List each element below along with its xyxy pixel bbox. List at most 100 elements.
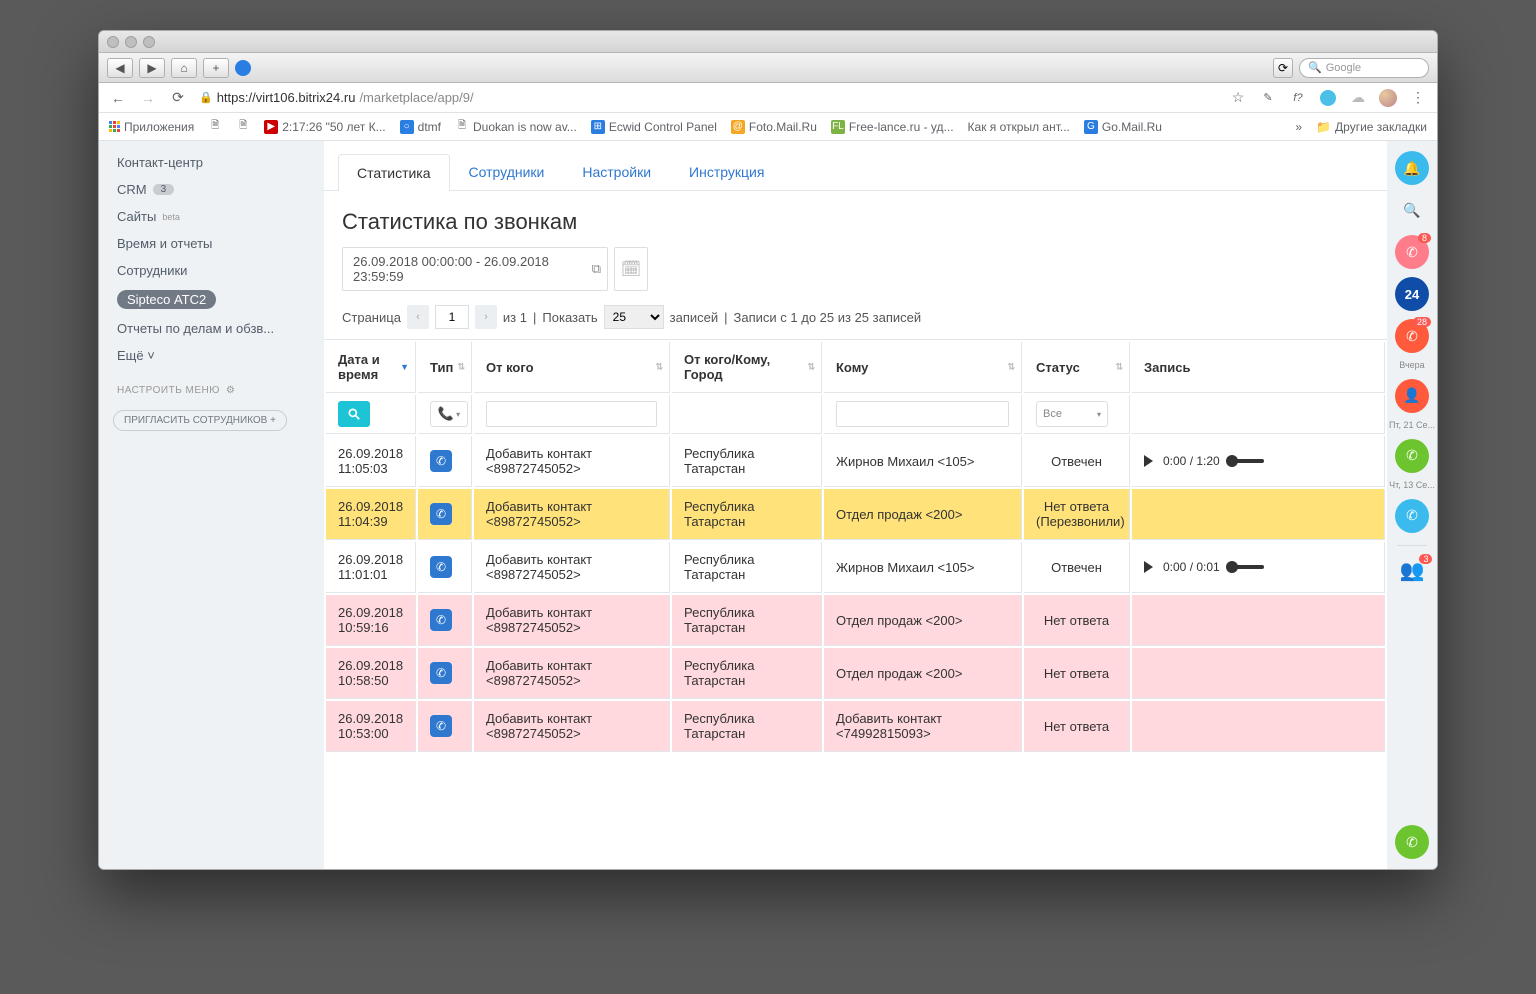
page-prev[interactable]: ‹ [407,305,429,329]
tab-settings[interactable]: Настройки [563,153,670,190]
table-row[interactable]: 26.09.2018 10:59:16 ✆ Добавить контакт <… [326,595,1385,646]
sidebar-sipteco[interactable]: Sipteco АТС2 [99,284,324,315]
cell-to[interactable]: Отдел продаж <200> [824,595,1022,646]
bm-more[interactable]: » [1295,120,1302,134]
globe-icon [235,60,251,76]
sidebar-sites[interactable]: Сайты beta [99,203,324,230]
sidebar-reports[interactable]: Отчеты по делам и обзв... [99,315,324,342]
cell-to[interactable]: Жирнов Михаил <105> [824,436,1022,487]
phone-in-icon: ✆ [430,450,452,472]
sidebar-crm[interactable]: CRM 3 [99,176,324,203]
table-row[interactable]: 26.09.2018 11:04:39 ✆ Добавить контакт <… [326,489,1385,540]
page-input[interactable] [435,305,469,329]
filter-search-button[interactable] [338,401,370,427]
address-bar[interactable]: 🔒 https://virt106.bitrix24.ru/marketplac… [199,90,1217,105]
ext2-icon[interactable]: f? [1289,89,1307,107]
audio-player[interactable]: 0:00 / 1:20 [1144,454,1372,468]
filter-status-select[interactable]: Все▾ [1036,401,1108,427]
play-icon[interactable] [1144,455,1153,467]
ext1-icon[interactable]: ✎ [1259,89,1277,107]
filter-from-input[interactable] [486,401,657,427]
safari-search[interactable]: 🔍 Google [1299,58,1429,78]
bm-blank1[interactable]: 🗎 [208,120,222,134]
page-next[interactable]: › [475,305,497,329]
copy-icon[interactable]: ⧉ [592,261,601,277]
table-row[interactable]: 26.09.2018 10:58:50 ✆ Добавить контакт <… [326,648,1385,699]
add-tab-icon[interactable]: + [203,58,229,78]
bm-ecwid[interactable]: ⊞Ecwid Control Panel [591,120,717,134]
tab-employees[interactable]: Сотрудники [450,153,564,190]
ext4-icon[interactable]: ☁ [1349,89,1367,107]
forward-icon[interactable]: → [139,89,157,107]
audio-player[interactable]: 0:00 / 0:01 [1144,560,1372,574]
cell-from[interactable]: Добавить контакт <89872745052> [474,701,670,752]
table-row[interactable]: 26.09.2018 11:05:03 ✆ Добавить контакт <… [326,436,1385,487]
rail-phone-green-icon[interactable]: ✆ [1395,439,1429,473]
nav-fwd-icon[interactable]: ▶ [139,58,165,78]
home-icon[interactable]: ⌂ [171,58,197,78]
nav-back-icon[interactable]: ◀ [107,58,133,78]
rail-user-icon[interactable]: 👤 [1395,379,1429,413]
cell-to[interactable]: Отдел продаж <200> [824,489,1022,540]
cell-from[interactable]: Добавить контакт <89872745052> [474,542,670,593]
apps-icon[interactable]: Приложения [109,120,194,134]
back-icon[interactable]: ← [109,89,127,107]
traffic-min[interactable] [125,36,137,48]
profile-avatar[interactable] [1379,89,1397,107]
col-city[interactable]: От кого/Кому, Город⇅ [672,342,822,393]
play-icon[interactable] [1144,561,1153,573]
sidebar-configure[interactable]: НАСТРОИТЬ МЕНЮ ⚙ [99,369,324,402]
star-icon[interactable]: ☆ [1229,89,1247,107]
bm-fl[interactable]: FLFree-lance.ru - уд... [831,120,954,134]
col-to[interactable]: Кому⇅ [824,342,1022,393]
calendar-icon[interactable]: 🗓 [614,247,648,291]
tab-instruction[interactable]: Инструкция [670,153,783,190]
cell-from[interactable]: Добавить контакт <89872745052> [474,595,670,646]
sidebar-employees[interactable]: Сотрудники [99,257,324,284]
col-from[interactable]: От кого⇅ [474,342,670,393]
traffic-close[interactable] [107,36,119,48]
bm-foto[interactable]: @Foto.Mail.Ru [731,120,817,134]
sidebar-more[interactable]: Ещё ˅ [99,342,324,369]
sidebar-invite-button[interactable]: ПРИГЛАСИТЬ СОТРУДНИКОВ + [113,410,287,431]
page-size-select[interactable]: 25 [604,305,664,329]
bm-blank2[interactable]: 🗎 [236,120,250,134]
rail-bell-icon[interactable]: 🔔 [1395,151,1429,185]
bm-youtube[interactable]: ▶2:17:26 "50 лет К... [264,120,385,134]
titlebar [99,31,1437,53]
cell-to[interactable]: Жирнов Михаил <105> [824,542,1022,593]
col-type[interactable]: Тип⇅ [418,342,472,393]
fab-call-icon[interactable]: ✆ [1395,825,1429,859]
col-datetime[interactable]: Дата и время▼ [326,342,416,393]
cell-from[interactable]: Добавить контакт <89872745052> [474,648,670,699]
cell-from[interactable]: Добавить контакт <89872745052> [474,489,670,540]
sidebar-contact-center[interactable]: Контакт-центр [99,149,324,176]
reload-icon[interactable]: ⟳ [169,89,187,107]
rail-calls-icon[interactable]: ✆28 [1395,319,1429,353]
cell-to[interactable]: Отдел продаж <200> [824,648,1022,699]
traffic-max[interactable] [143,36,155,48]
ext3-icon[interactable] [1319,89,1337,107]
sidebar-time[interactable]: Время и отчеты [99,230,324,257]
filter-to-input[interactable] [836,401,1009,427]
cell-to[interactable]: Добавить контакт <74992815093> [824,701,1022,752]
tab-stats[interactable]: Статистика [338,154,450,191]
rail-search-icon[interactable]: 🔍 [1395,193,1429,227]
menu-icon[interactable]: ⋮ [1409,89,1427,107]
rail-b24-icon[interactable]: 24 [1395,277,1429,311]
table-row[interactable]: 26.09.2018 11:01:01 ✆ Добавить контакт <… [326,542,1385,593]
bm-duokan[interactable]: 🗎Duokan is now av... [455,120,577,134]
bm-text[interactable]: Как я открыл ант... [968,120,1070,134]
cell-from[interactable]: Добавить контакт <89872745052> [474,436,670,487]
col-status[interactable]: Статус⇅ [1024,342,1130,393]
table-row[interactable]: 26.09.2018 10:53:00 ✆ Добавить контакт <… [326,701,1385,752]
reload-icon[interactable]: ⟳ [1273,58,1293,78]
rail-missed-calls-icon[interactable]: ✆8 [1395,235,1429,269]
date-range-input[interactable]: 26.09.2018 00:00:00 - 26.09.2018 23:59:5… [342,247,608,291]
filter-type-select[interactable]: 📞▾ [430,401,468,427]
bm-go[interactable]: GGo.Mail.Ru [1084,120,1162,134]
rail-phone-blue-icon[interactable]: ✆ [1395,499,1429,533]
bm-other[interactable]: 📁 Другие закладки [1316,120,1427,134]
bm-dtmf[interactable]: ○dtmf [400,120,441,134]
rail-avatar-group[interactable]: 👥3 [1400,558,1425,583]
